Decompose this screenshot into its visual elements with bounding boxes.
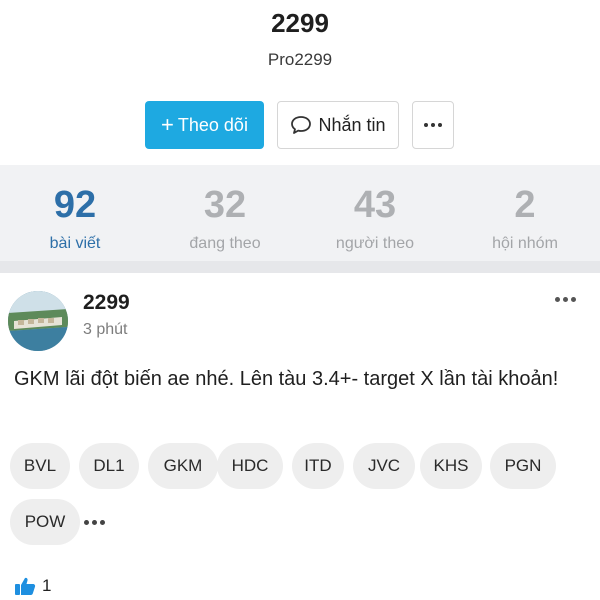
stat-following[interactable]: 32 đang theo bbox=[150, 165, 300, 265]
plus-icon: + bbox=[161, 112, 174, 137]
stock-tag[interactable]: GKM bbox=[148, 443, 218, 489]
stat-value: 92 bbox=[53, 184, 97, 226]
profile-more-button[interactable] bbox=[412, 101, 454, 149]
stat-label: bài viết bbox=[49, 235, 101, 252]
stock-tag[interactable]: PGN bbox=[490, 443, 556, 489]
stat-label: hội nhóm bbox=[492, 235, 558, 252]
profile-stats: 92 bài viết 32 đang theo 43 người theo 2… bbox=[0, 165, 600, 265]
follow-button[interactable]: + Theo dõi bbox=[145, 101, 264, 149]
post-more-icon[interactable] bbox=[555, 297, 576, 302]
chat-bubble-icon bbox=[291, 116, 312, 134]
more-tags-icon[interactable] bbox=[84, 520, 105, 525]
section-divider bbox=[0, 261, 600, 273]
post-card: 2299 3 phút GKM lãi đột biến ae nhé. Lên… bbox=[0, 273, 600, 600]
stat-value: 32 bbox=[203, 184, 247, 226]
thumbs-up-icon bbox=[15, 577, 36, 595]
avatar[interactable] bbox=[8, 291, 68, 351]
stock-tag[interactable]: KHS bbox=[420, 443, 482, 489]
stat-value: 43 bbox=[353, 184, 397, 226]
profile-handle: Pro2299 bbox=[267, 50, 333, 69]
stat-followers[interactable]: 43 người theo bbox=[300, 165, 450, 265]
stock-tag[interactable]: ITD bbox=[292, 443, 344, 489]
avatar-image bbox=[8, 291, 68, 351]
stock-tag[interactable]: HDC bbox=[217, 443, 283, 489]
message-label: Nhắn tin bbox=[318, 114, 386, 135]
like-button[interactable]: 1 bbox=[14, 576, 51, 596]
stock-tag[interactable]: JVC bbox=[353, 443, 415, 489]
like-count: 1 bbox=[42, 576, 52, 595]
profile-name: 2299 bbox=[271, 8, 329, 38]
post-time: 3 phút bbox=[83, 321, 128, 338]
stat-value: 2 bbox=[514, 184, 536, 226]
stock-tag[interactable]: DL1 bbox=[79, 443, 139, 489]
profile-header: 2299 Pro2299 + Theo dõi Nhắn tin bbox=[0, 0, 600, 165]
message-button[interactable]: Nhắn tin bbox=[277, 101, 399, 149]
follow-label: Theo dõi bbox=[177, 114, 248, 135]
stat-label: người theo bbox=[335, 235, 415, 252]
stat-groups[interactable]: 2 hội nhóm bbox=[450, 165, 600, 265]
stat-posts[interactable]: 92 bài viết bbox=[0, 165, 150, 265]
stock-tag[interactable]: BVL bbox=[10, 443, 70, 489]
post-author[interactable]: 2299 bbox=[83, 291, 130, 315]
stock-tag[interactable]: POW bbox=[10, 499, 80, 545]
stat-label: đang theo bbox=[189, 235, 261, 252]
more-dots-icon bbox=[424, 123, 442, 127]
post-text: GKM lãi đột biến ae nhé. Lên tàu 3.4+- t… bbox=[14, 368, 559, 390]
